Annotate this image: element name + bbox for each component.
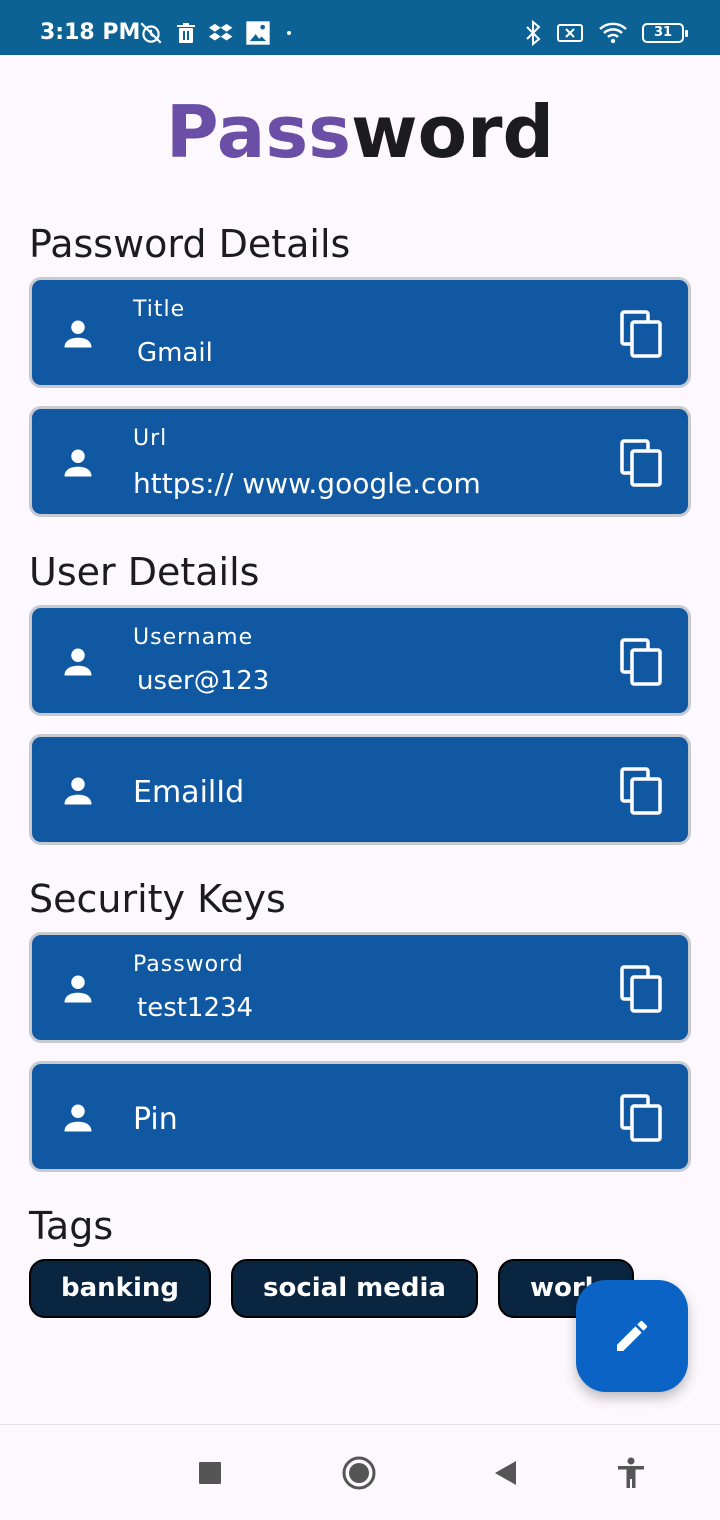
dot-icon — [287, 31, 291, 35]
password-label: Password — [133, 952, 244, 977]
section-password-details: Password Details — [29, 222, 351, 266]
pin-field: Pin — [29, 1061, 691, 1172]
recents-square-icon[interactable] — [192, 1455, 228, 1491]
navigation-bar — [0, 1424, 720, 1520]
battery-icon: 31 — [642, 23, 688, 43]
person-icon — [64, 449, 92, 477]
copy-icon[interactable] — [620, 310, 664, 358]
email-value: EmailId — [133, 775, 245, 810]
copy-icon[interactable] — [620, 965, 664, 1013]
status-bar: 3:18 PM 31 — [0, 0, 720, 55]
wifi-icon — [599, 22, 627, 44]
page-title-rest: word — [351, 90, 555, 174]
bluetooth-icon — [526, 20, 541, 46]
person-icon — [64, 975, 92, 1003]
edit-pencil-icon — [617, 1320, 648, 1351]
tag-chip[interactable]: banking — [29, 1259, 211, 1318]
person-icon — [64, 1104, 92, 1132]
pin-value: Pin — [133, 1102, 178, 1137]
section-user-details: User Details — [29, 550, 260, 594]
copy-icon[interactable] — [620, 767, 664, 815]
password-value: test1234 — [137, 993, 254, 1023]
trash-icon — [177, 23, 195, 43]
edit-button[interactable] — [576, 1280, 688, 1392]
section-tags: Tags — [29, 1204, 114, 1248]
email-field: EmailId — [29, 734, 691, 845]
section-security-keys: Security Keys — [29, 877, 286, 921]
alarm-off-icon — [140, 22, 162, 44]
status-notification-icons — [138, 18, 296, 48]
copy-icon[interactable] — [620, 638, 664, 686]
back-triangle-icon[interactable] — [488, 1455, 524, 1491]
person-icon — [64, 777, 92, 805]
username-field: Username user@123 — [29, 605, 691, 716]
username-label: Username — [133, 625, 254, 650]
dropbox-icon — [208, 23, 233, 41]
page-title: Password — [0, 90, 720, 174]
title-field: Title Gmail — [29, 277, 691, 388]
url-value: https:// www.google.com — [133, 467, 481, 500]
copy-icon[interactable] — [620, 1094, 664, 1142]
home-circle-icon[interactable] — [341, 1455, 377, 1491]
title-label: Title — [133, 297, 186, 322]
url-label: Url — [133, 426, 168, 451]
no-sim-icon — [557, 24, 583, 42]
status-system-icons: 31 — [524, 18, 688, 48]
tag-chip[interactable]: social media — [231, 1259, 478, 1318]
username-value: user@123 — [137, 666, 270, 696]
copy-icon[interactable] — [620, 439, 664, 487]
status-time: 3:18 PM — [40, 20, 141, 45]
password-field: Password test1234 — [29, 932, 691, 1043]
accessibility-icon[interactable] — [613, 1455, 649, 1491]
person-icon — [64, 320, 92, 348]
url-field: Url https:// www.google.com — [29, 406, 691, 517]
page-title-accent: Pass — [165, 90, 352, 174]
photo-icon — [246, 21, 270, 45]
battery-level: 31 — [653, 25, 673, 40]
tag-list: banking social media work — [29, 1259, 634, 1318]
title-value: Gmail — [137, 338, 213, 368]
person-icon — [64, 648, 92, 676]
